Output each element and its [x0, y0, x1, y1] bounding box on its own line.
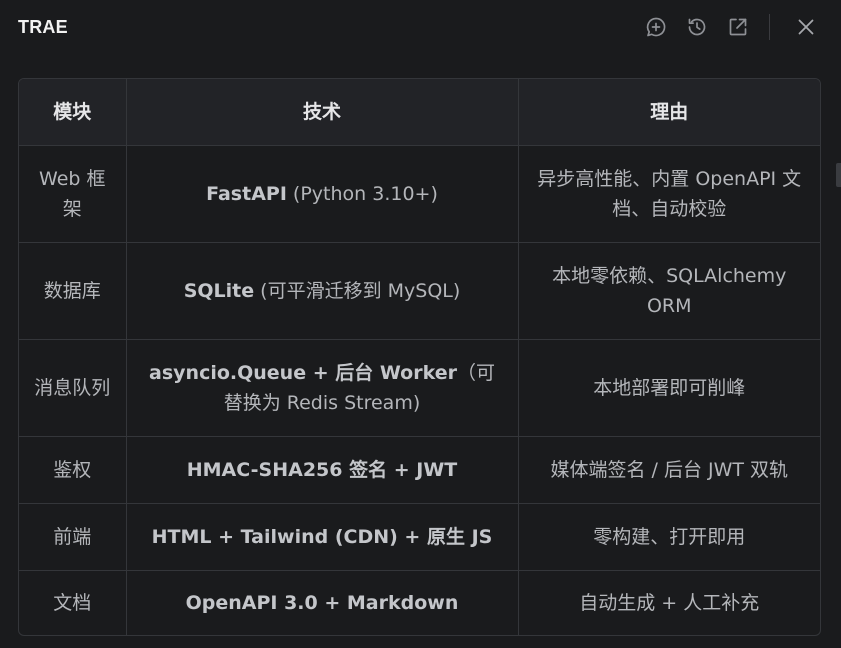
toolbar-divider: [769, 14, 770, 40]
history-button[interactable]: [682, 12, 712, 42]
cell-reason: 异步高性能、内置 OpenAPI 文档、自动校验: [518, 145, 820, 243]
table-row: 消息队列 asyncio.Queue + 后台 Worker（可替换为 Redi…: [19, 339, 820, 437]
column-header-tech: 技术: [126, 79, 519, 146]
table-row: Web 框架 FastAPI (Python 3.10+) 异步高性能、内置 O…: [19, 145, 820, 243]
cell-tech: FastAPI (Python 3.10+): [126, 145, 519, 243]
cell-reason: 本地零依赖、SQLAlchemy ORM: [518, 242, 820, 340]
cell-module: 数据库: [19, 242, 127, 340]
tech-primary: FastAPI: [206, 182, 287, 205]
cell-tech: SQLite (可平滑迁移到 MySQL): [126, 242, 519, 340]
history-icon: [688, 18, 706, 36]
new-chat-button[interactable]: [641, 12, 671, 42]
title-bar: TRAE: [0, 0, 841, 54]
tech-stack-table-container: 模块 技术 理由 Web 框架 FastAPI (Python 3.10+) 异…: [18, 78, 821, 636]
tech-primary: HMAC-SHA256 签名 + JWT: [186, 458, 458, 481]
trae-panel: TRAE 模块 技术 理由 Web 框架 FastAPI (Python 3.1…: [0, 0, 841, 648]
cell-module: 前端: [19, 503, 127, 571]
cell-reason: 零构建、打开即用: [518, 503, 820, 571]
cell-module: Web 框架: [19, 145, 127, 243]
close-icon: [798, 19, 814, 35]
cell-tech: HMAC-SHA256 签名 + JWT: [126, 436, 519, 504]
cell-module: 鉴权: [19, 436, 127, 504]
column-header-reason: 理由: [518, 79, 820, 146]
table-row: 数据库 SQLite (可平滑迁移到 MySQL) 本地零依赖、SQLAlche…: [19, 242, 820, 340]
cell-tech: asyncio.Queue + 后台 Worker（可替换为 Redis Str…: [126, 339, 519, 437]
tech-note: (Python 3.10+): [286, 182, 438, 205]
cell-module: 消息队列: [19, 339, 127, 437]
cell-module: 文档: [19, 570, 127, 635]
cell-tech: HTML + Tailwind (CDN) + 原生 JS: [126, 503, 519, 571]
scrollbar-handle[interactable]: [836, 163, 841, 187]
external-link-icon: [729, 18, 747, 36]
cell-tech: OpenAPI 3.0 + Markdown: [126, 570, 519, 635]
title-actions: [630, 12, 821, 42]
table-header-row: 模块 技术 理由: [19, 79, 820, 146]
open-external-button[interactable]: [723, 12, 753, 42]
close-button[interactable]: [791, 12, 821, 42]
tech-stack-table: 模块 技术 理由 Web 框架 FastAPI (Python 3.10+) 异…: [19, 79, 820, 635]
app-title: TRAE: [18, 16, 68, 37]
tech-primary: asyncio.Queue + 后台 Worker: [149, 361, 457, 384]
cell-reason: 本地部署即可削峰: [518, 339, 820, 437]
tech-primary: OpenAPI 3.0 + Markdown: [185, 592, 459, 615]
table-row: 文档 OpenAPI 3.0 + Markdown 自动生成 + 人工补充: [19, 570, 820, 635]
tech-primary: SQLite: [183, 279, 255, 302]
column-header-module: 模块: [19, 79, 127, 146]
table-row: 鉴权 HMAC-SHA256 签名 + JWT 媒体端签名 / 后台 JWT 双…: [19, 436, 820, 504]
table-row: 前端 HTML + Tailwind (CDN) + 原生 JS 零构建、打开即…: [19, 503, 820, 571]
cell-reason: 自动生成 + 人工补充: [579, 592, 760, 615]
cell-reason: 媒体端签名 / 后台 JWT 双轨: [518, 436, 820, 504]
tech-primary: HTML + Tailwind (CDN) + 原生 JS: [151, 525, 493, 548]
tech-note: (可平滑迁移到 MySQL): [254, 279, 461, 302]
chat-plus-icon: [646, 17, 666, 37]
